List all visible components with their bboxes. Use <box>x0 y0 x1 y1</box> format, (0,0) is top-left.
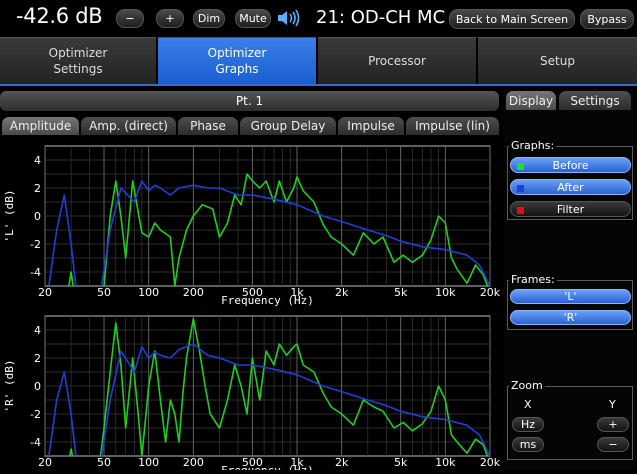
after-label: After <box>557 180 584 194</box>
x-tick-label: 50 <box>97 456 111 469</box>
y-axis-label: 'R' (dB) <box>3 360 16 413</box>
zoom-group-title: Zoom <box>509 379 545 392</box>
x-tick-label: 2k <box>335 456 349 469</box>
before-label: Before <box>552 158 589 172</box>
tab-processor[interactable]: Processor <box>318 37 476 84</box>
y-tick-label: 0 <box>34 380 41 393</box>
x-tick-label: 200 <box>183 456 204 469</box>
x-axis-label: Frequency (Hz) <box>221 464 314 470</box>
tab-display[interactable]: Display <box>506 91 556 110</box>
tab-impulse-lin[interactable]: Impulse (lin) <box>406 117 499 135</box>
x-tick-label: 20 <box>38 456 52 469</box>
tab-amplitude[interactable]: Amplitude <box>2 117 79 135</box>
filter-label: Filter <box>556 202 585 216</box>
tab-side-settings[interactable]: Settings <box>559 91 631 110</box>
x-tick-label: 200 <box>183 286 204 299</box>
y-tick-label: 0 <box>34 210 41 223</box>
x-tick-label: 100 <box>138 286 159 299</box>
bypass-button[interactable]: Bypass <box>580 9 634 29</box>
back-to-main-button[interactable]: Back to Main Screen <box>449 9 575 29</box>
before-swatch-icon <box>517 163 524 170</box>
y-tick-label: 4 <box>34 324 41 337</box>
zoom-y-label: Y <box>609 398 616 411</box>
zoom-in-button[interactable]: + <box>597 417 629 432</box>
tab-label-line1: Optimizer <box>207 46 267 60</box>
filter-toggle[interactable]: Filter <box>510 201 631 217</box>
frames-group-title: Frames: <box>509 273 557 286</box>
x-tick-label: 5k <box>394 286 408 299</box>
zoom-hz-button[interactable]: Hz <box>512 417 544 432</box>
frame-r-toggle[interactable]: 'R' <box>510 310 631 325</box>
graph-area[interactable]: 4 2 0 -2 -4 20 50 100 200 500 1k 2k 5k 10k 20k Frequenc… <box>0 136 501 474</box>
x-tick-label: 20k <box>480 286 500 299</box>
tab-amp-direct[interactable]: Amp. (direct) <box>81 117 176 135</box>
point-selector[interactable]: Pt. 1 <box>0 91 499 111</box>
speaker-icon <box>276 8 302 28</box>
tab-underline <box>0 84 637 86</box>
tab-impulse[interactable]: Impulse <box>338 117 404 135</box>
y-tick-label: -2 <box>30 238 41 251</box>
after-toggle[interactable]: After <box>510 179 631 195</box>
y-tick-label: 2 <box>34 182 41 195</box>
tab-optimizer-settings[interactable]: Optimizer Settings <box>0 37 156 84</box>
y-tick-label: -4 <box>30 266 41 279</box>
zoom-out-button[interactable]: − <box>597 437 629 452</box>
y-tick-label: -2 <box>30 408 41 421</box>
x-tick-label: 2k <box>335 286 349 299</box>
signal-device-label: 21: OD-CH MC <box>316 7 446 28</box>
tab-optimizer-graphs[interactable]: Optimizer Graphs <box>158 37 316 84</box>
tab-label: Setup <box>540 54 575 68</box>
x-tick-label: 5k <box>394 456 408 469</box>
tab-label-line2: Settings <box>53 62 103 76</box>
volume-readout: -42.6 dB <box>16 4 103 28</box>
volume-up-button[interactable]: + <box>156 9 184 28</box>
x-tick-label: 20 <box>38 286 52 299</box>
filter-swatch-icon <box>517 207 524 214</box>
y-axis-label: 'L' (dB) <box>3 190 16 243</box>
after-swatch-icon <box>517 185 524 192</box>
tab-setup[interactable]: Setup <box>478 37 637 84</box>
mute-button[interactable]: Mute <box>235 9 271 28</box>
zoom-ms-button[interactable]: ms <box>512 437 544 452</box>
y-tick-label: -4 <box>30 436 41 449</box>
tab-group-delay[interactable]: Group Delay <box>240 117 336 135</box>
zoom-x-label: X <box>524 398 532 411</box>
dim-button[interactable]: Dim <box>193 9 225 28</box>
tab-phase[interactable]: Phase <box>178 117 238 135</box>
y-tick-label: 2 <box>34 352 41 365</box>
graphs-group-title: Graphs: <box>509 139 557 152</box>
x-tick-label: 10k <box>435 286 456 299</box>
x-axis-label: Frequency (Hz) <box>221 294 314 307</box>
tab-label: Processor <box>368 54 426 68</box>
frame-l-toggle[interactable]: 'L' <box>510 289 631 304</box>
before-toggle[interactable]: Before <box>510 157 631 173</box>
volume-down-button[interactable]: − <box>116 9 144 28</box>
x-tick-label: 20k <box>480 456 500 469</box>
tab-label-line2: Graphs <box>215 62 259 76</box>
y-tick-label: 4 <box>34 154 41 167</box>
x-tick-label: 100 <box>138 456 159 469</box>
x-tick-label: 50 <box>97 286 111 299</box>
tab-label-line1: Optimizer <box>48 46 108 60</box>
amplitude-graphs: 420-2-420 50 100 200 500 1k 2k 5k 10k 20kFrequenc… <box>3 145 501 474</box>
x-tick-label: 10k <box>435 456 456 469</box>
